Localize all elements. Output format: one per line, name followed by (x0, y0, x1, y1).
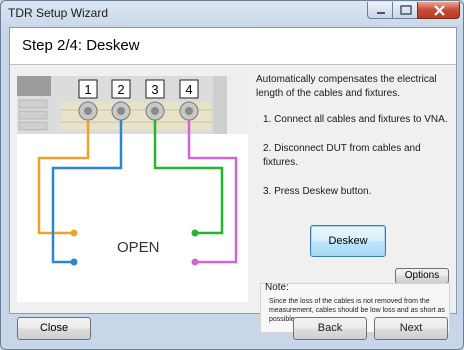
cable-end-port-3 (191, 229, 199, 237)
cable-end-port-2 (70, 258, 78, 266)
minimize-icon (377, 12, 385, 14)
port-2-label: 2 (117, 82, 124, 97)
open-label: OPEN (117, 239, 160, 256)
cable-port-1 (37, 120, 90, 235)
instruction-step-1: 1. Connect all cables and fixtures to VN… (263, 114, 448, 125)
window-title: TDR Setup Wizard (8, 6, 109, 20)
deskew-pane: 1 2 3 4 OPEN Automatically compensates t… (10, 65, 456, 333)
port-4-label: 4 (185, 82, 192, 97)
vna-cable-diagram: 1 2 3 4 OPEN (17, 76, 248, 266)
back-button[interactable]: Back (293, 317, 367, 340)
cable-end-port-4 (191, 258, 199, 266)
connection-diagram: 1 2 3 4 OPEN (17, 76, 248, 302)
cable-port-4 (187, 120, 238, 264)
close-icon (434, 5, 445, 16)
step-header: Step 2/4: Deskew (10, 28, 456, 65)
instruction-step-3: 3. Press Deskew button. (263, 186, 372, 197)
tdr-setup-wizard-window: TDR Setup Wizard Step 2/4: Deskew 1 2 3 … (0, 0, 464, 350)
maximize-icon (400, 5, 412, 15)
title-bar[interactable]: TDR Setup Wizard (1, 1, 463, 27)
window-close-button[interactable] (417, 2, 460, 19)
port-1-label: 1 (84, 82, 91, 97)
close-button[interactable]: Close (17, 317, 91, 340)
instruction-step-2: 2. Disconnect DUT from cables and fixtur… (263, 143, 421, 168)
instructions-intro: Automatically compensates the electrical… (256, 74, 437, 99)
wizard-footer: Close Back Next (1, 313, 463, 349)
instructions-panel: Automatically compensates the electrical… (256, 73, 452, 214)
deskew-button[interactable]: Deskew (310, 225, 386, 257)
options-button[interactable]: Options (395, 268, 449, 284)
cable-end-port-1 (70, 229, 78, 237)
next-button[interactable]: Next (374, 317, 448, 340)
note-label: Note: (265, 282, 289, 293)
maximize-button[interactable] (392, 2, 418, 19)
step-title: Step 2/4: Deskew (22, 37, 140, 54)
minimize-button[interactable] (367, 2, 393, 19)
port-3-label: 3 (151, 82, 158, 97)
wizard-content: Step 2/4: Deskew 1 2 3 4 OPEN Automatica… (9, 27, 457, 333)
